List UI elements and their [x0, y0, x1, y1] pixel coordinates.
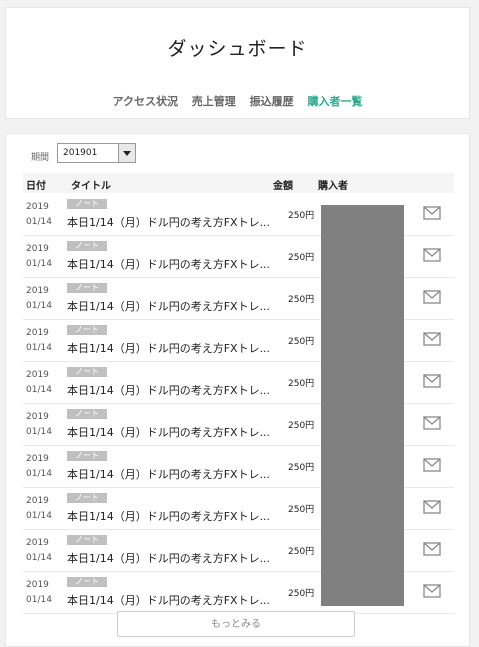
header-card: ダッシュボード アクセス状況 売上管理 振込履歴 購入者一覧: [5, 7, 470, 119]
row-date: 2019 01/14: [26, 536, 52, 566]
row-day: 01/14: [26, 343, 52, 353]
note-badge: ノート: [67, 451, 107, 461]
row-day: 01/14: [26, 595, 52, 605]
row-year: 2019: [26, 202, 49, 212]
row-day: 01/14: [26, 511, 52, 521]
note-badge: ノート: [67, 283, 107, 293]
row-amount: 250円: [288, 337, 315, 347]
row-title[interactable]: 本日1/14（月）ドル円の考え方FXトレ...: [67, 382, 272, 398]
row-date: 2019 01/14: [26, 494, 52, 524]
chevron-down-icon[interactable]: [118, 144, 135, 162]
period-value: 201901: [63, 148, 98, 158]
row-amount: 250円: [288, 379, 315, 389]
row-day: 01/14: [26, 427, 52, 437]
row-year: 2019: [26, 286, 49, 296]
period-select[interactable]: 201901: [57, 143, 136, 163]
load-more-button[interactable]: もっとみる: [117, 611, 355, 637]
row-year: 2019: [26, 370, 49, 380]
row-amount: 250円: [288, 463, 315, 473]
envelope-icon[interactable]: [423, 374, 441, 388]
row-date: 2019 01/14: [26, 326, 52, 356]
row-date: 2019 01/14: [26, 578, 52, 608]
nav-item-buyers[interactable]: 購入者一覧: [307, 95, 362, 108]
row-amount: 250円: [288, 505, 315, 515]
row-amount: 250円: [288, 295, 315, 305]
nav-item-access[interactable]: アクセス状況: [113, 95, 178, 108]
column-title: タイトル: [71, 181, 111, 192]
row-date: 2019 01/14: [26, 368, 52, 398]
period-label: 期間: [31, 153, 50, 163]
column-date: 日付: [26, 181, 46, 192]
row-date: 2019 01/14: [26, 200, 52, 230]
row-date: 2019 01/14: [26, 452, 52, 482]
row-year: 2019: [26, 454, 49, 464]
envelope-icon[interactable]: [423, 542, 441, 556]
row-day: 01/14: [26, 301, 52, 311]
nav-item-transfers[interactable]: 振込履歴: [250, 95, 294, 108]
envelope-icon[interactable]: [423, 584, 441, 598]
note-badge: ノート: [67, 577, 107, 587]
row-title[interactable]: 本日1/14（月）ドル円の考え方FXトレ...: [67, 466, 272, 482]
note-badge: ノート: [67, 409, 107, 419]
note-badge: ノート: [67, 241, 107, 251]
envelope-icon[interactable]: [423, 458, 441, 472]
note-badge: ノート: [67, 493, 107, 503]
row-amount: 250円: [288, 589, 315, 599]
row-year: 2019: [26, 412, 49, 422]
envelope-icon[interactable]: [423, 248, 441, 262]
row-title[interactable]: 本日1/14（月）ドル円の考え方FXトレ...: [67, 340, 272, 356]
note-badge: ノート: [67, 199, 107, 209]
row-title[interactable]: 本日1/14（月）ドル円の考え方FXトレ...: [67, 424, 272, 440]
note-badge: ノート: [67, 535, 107, 545]
envelope-icon[interactable]: [423, 416, 441, 430]
note-badge: ノート: [67, 325, 107, 335]
row-day: 01/14: [26, 553, 52, 563]
envelope-icon[interactable]: [423, 500, 441, 514]
row-year: 2019: [26, 244, 49, 254]
row-year: 2019: [26, 328, 49, 338]
row-amount: 250円: [288, 547, 315, 557]
row-title[interactable]: 本日1/14（月）ドル円の考え方FXトレ...: [67, 550, 272, 566]
dashboard-nav: アクセス状況 売上管理 振込履歴 購入者一覧: [6, 93, 469, 109]
row-title[interactable]: 本日1/14（月）ドル円の考え方FXトレ...: [67, 508, 272, 524]
row-date: 2019 01/14: [26, 410, 52, 440]
row-amount: 250円: [288, 421, 315, 431]
row-amount: 250円: [288, 253, 315, 263]
row-day: 01/14: [26, 385, 52, 395]
column-amount: 金額: [273, 181, 293, 192]
buyer-names-redacted: [321, 205, 404, 606]
row-title[interactable]: 本日1/14（月）ドル円の考え方FXトレ...: [67, 214, 272, 230]
column-buyer: 購入者: [318, 181, 348, 192]
row-year: 2019: [26, 496, 49, 506]
page-title: ダッシュボード: [167, 38, 308, 60]
row-date: 2019 01/14: [26, 284, 52, 314]
row-date: 2019 01/14: [26, 242, 52, 272]
row-title[interactable]: 本日1/14（月）ドル円の考え方FXトレ...: [67, 592, 272, 608]
nav-item-sales[interactable]: 売上管理: [192, 95, 236, 108]
row-day: 01/14: [26, 259, 52, 269]
envelope-icon[interactable]: [423, 332, 441, 346]
row-title[interactable]: 本日1/14（月）ドル円の考え方FXトレ...: [67, 298, 272, 314]
row-title[interactable]: 本日1/14（月）ドル円の考え方FXトレ...: [67, 256, 272, 272]
envelope-icon[interactable]: [423, 206, 441, 220]
row-day: 01/14: [26, 217, 52, 227]
note-badge: ノート: [67, 367, 107, 377]
envelope-icon[interactable]: [423, 290, 441, 304]
row-day: 01/14: [26, 469, 52, 479]
table-header: 日付 タイトル 金額 購入者: [23, 173, 454, 193]
row-year: 2019: [26, 538, 49, 548]
row-year: 2019: [26, 580, 49, 590]
row-amount: 250円: [288, 211, 315, 221]
